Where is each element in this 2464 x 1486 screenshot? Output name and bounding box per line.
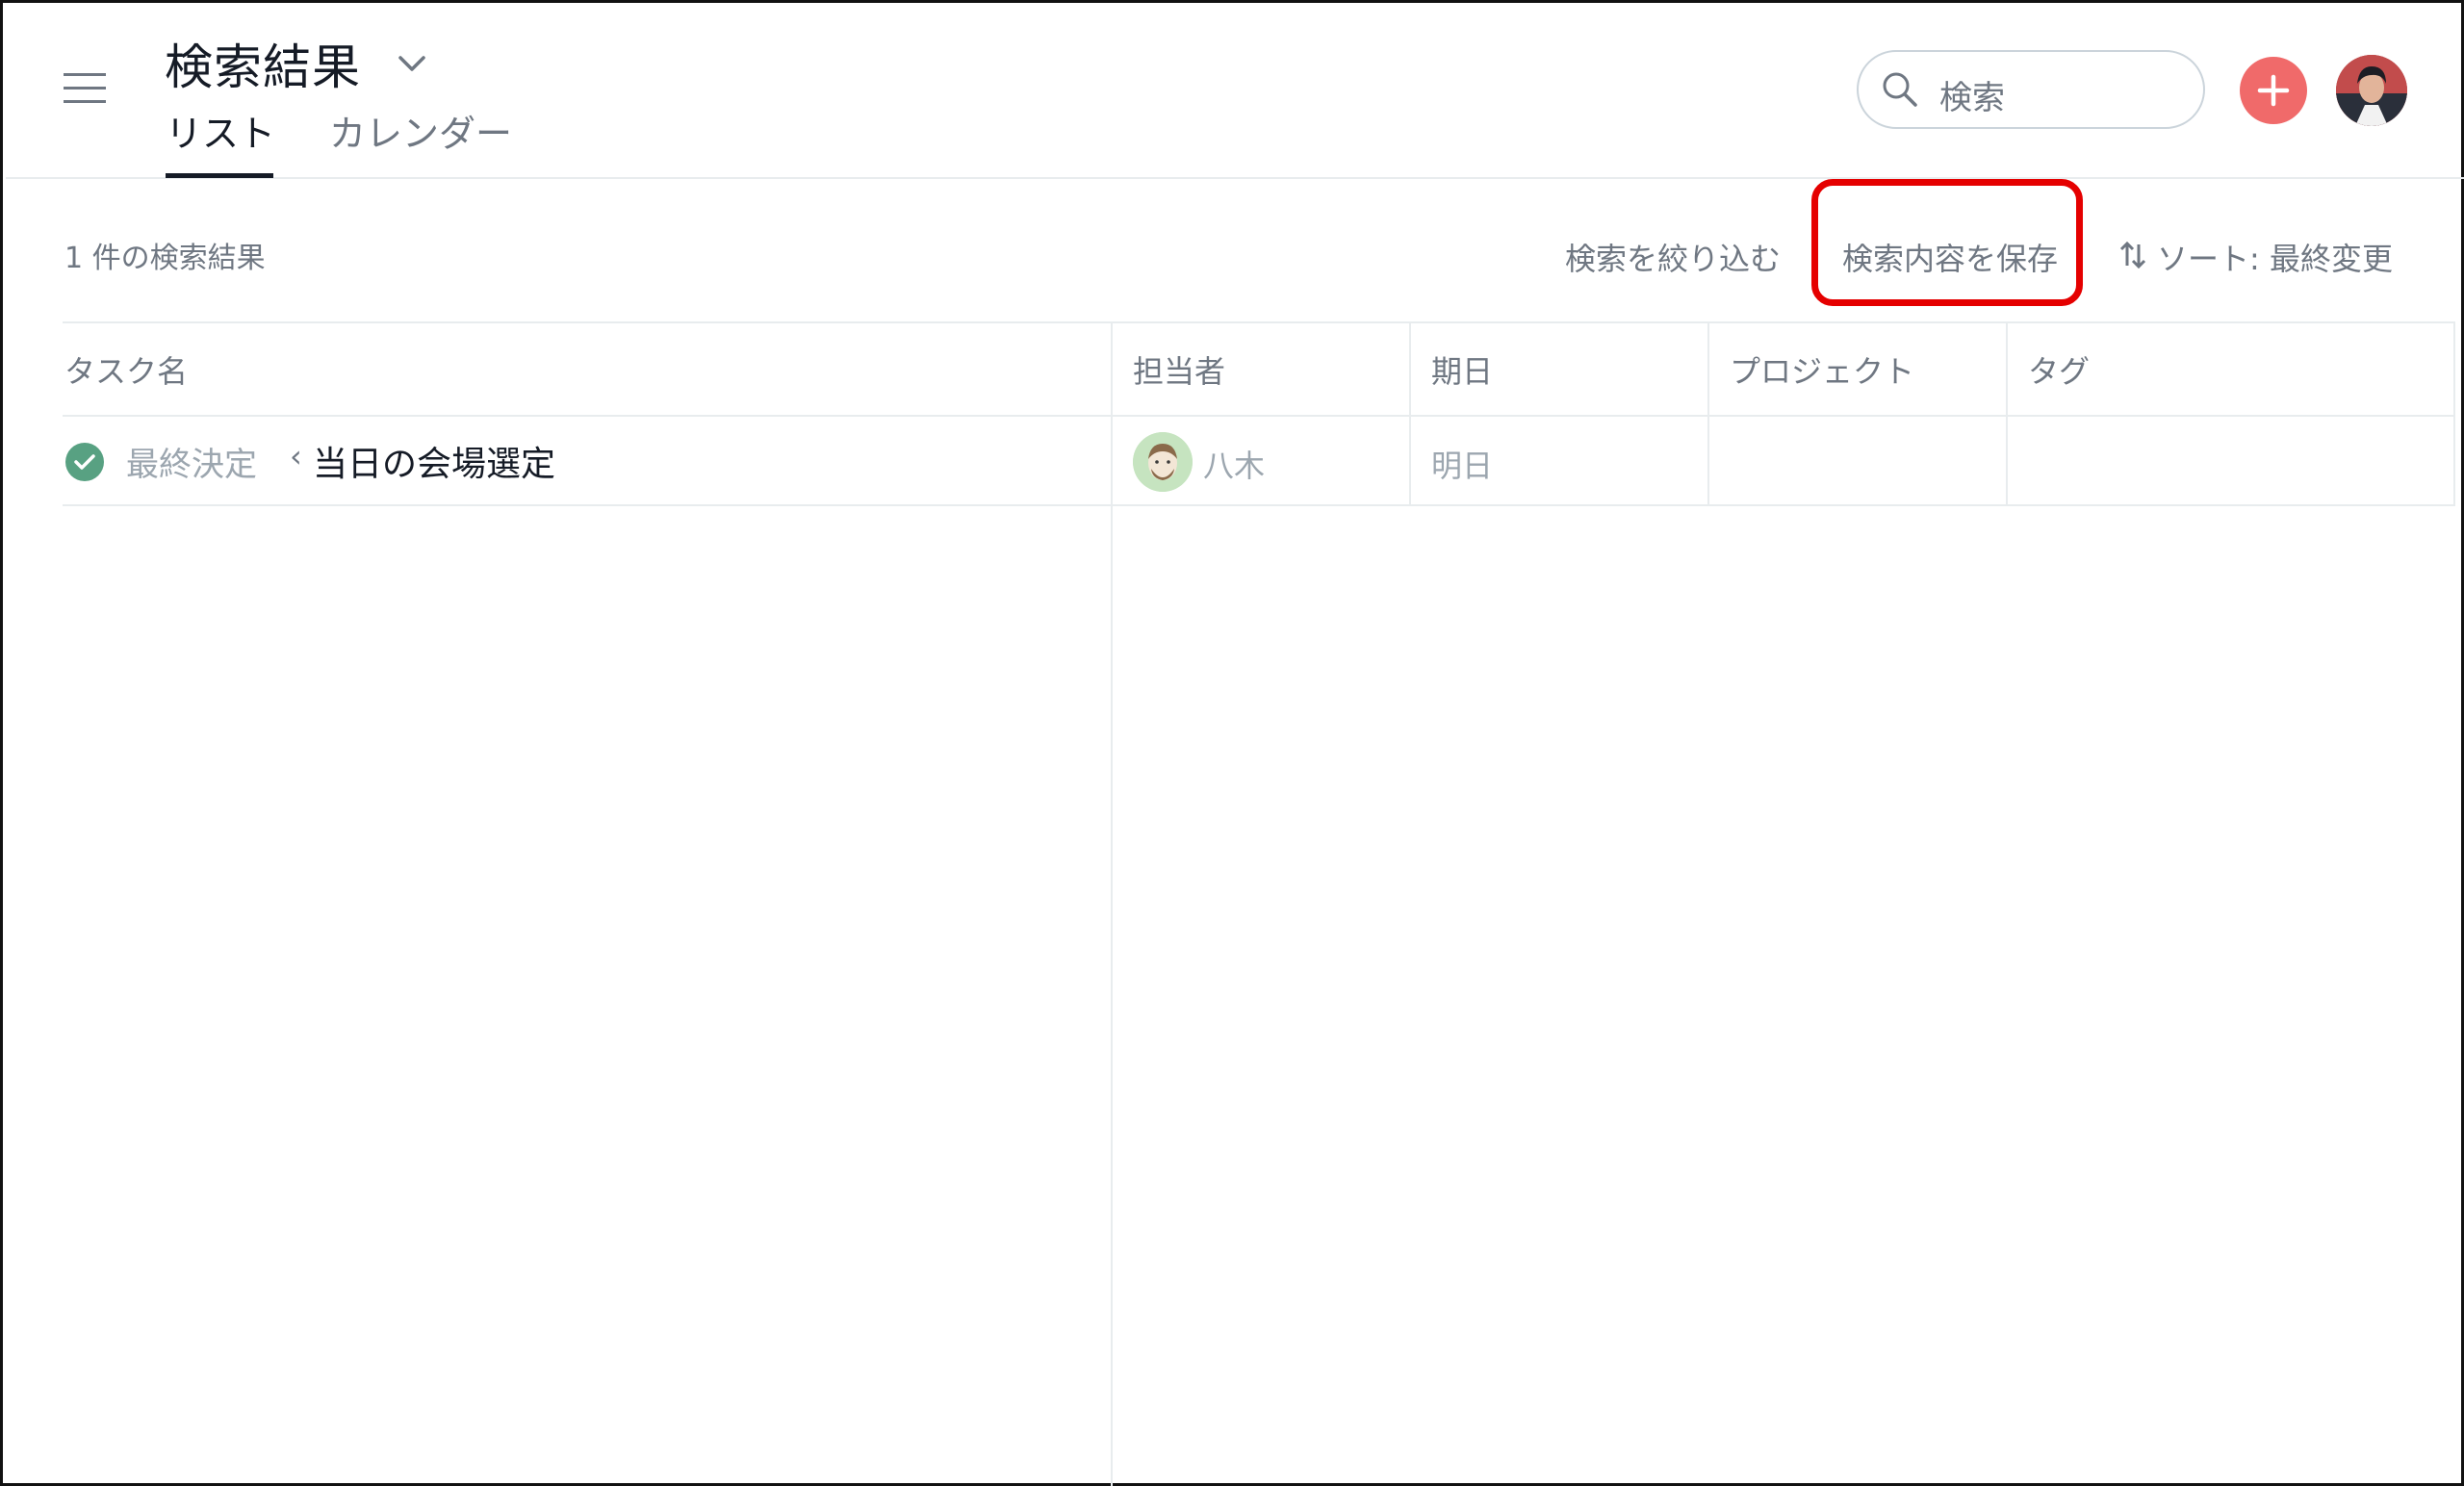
add-button[interactable] (2240, 57, 2307, 124)
table-top-divider (63, 321, 2455, 323)
search-icon (1883, 72, 1917, 107)
hamburger-menu-icon[interactable] (64, 69, 108, 108)
row-divider (63, 504, 2455, 506)
due-date[interactable]: 明日 (1431, 442, 1493, 486)
parent-task-link[interactable]: 最終決定 (126, 438, 257, 485)
column-header-assignee[interactable]: 担当者 (1133, 347, 1225, 392)
column-header-due-date[interactable]: 期日 (1431, 347, 1493, 392)
plus-icon (2257, 74, 2290, 107)
search-placeholder: 検索 (1939, 79, 2005, 117)
assignee-face-icon (1133, 432, 1193, 492)
tab-calendar[interactable]: カレンダー (329, 104, 512, 157)
column-header-tags[interactable]: タグ (2028, 347, 2090, 392)
breadcrumb-separator: ‹ (290, 438, 302, 474)
user-avatar[interactable] (2336, 55, 2407, 126)
column-divider (2453, 321, 2455, 506)
tab-list[interactable]: リスト (166, 104, 275, 157)
refine-search-button[interactable]: 検索を絞り込む (1565, 235, 1781, 279)
task-name[interactable]: 当日の会場選定 (313, 436, 555, 486)
column-divider (1409, 321, 1411, 506)
column-header-task-name[interactable]: タスク名 (64, 347, 188, 392)
column-divider (1707, 321, 1709, 506)
sort-icon[interactable] (2118, 240, 2147, 270)
sort-button[interactable]: ソート: 最終変更 (2157, 235, 2393, 279)
assignee-name[interactable]: 八木 (1203, 442, 1265, 486)
profile-photo-icon (2336, 55, 2407, 126)
assignee-avatar[interactable] (1133, 432, 1193, 492)
highlight-annotation (1811, 179, 2083, 306)
column-divider (2006, 321, 2008, 506)
column-header-project[interactable]: プロジェクト (1730, 347, 1914, 392)
result-count: 1 件の検索結果 (64, 242, 266, 275)
app-window: 検索結果 リスト カレンダー 検索 1 件の検索結果 検索を絞り込む 検索内容を… (0, 0, 2464, 1486)
completed-check-icon[interactable] (64, 442, 105, 482)
chevron-down-icon[interactable] (395, 46, 429, 81)
top-bar: 検索結果 リスト カレンダー 検索 (6, 6, 2464, 179)
column-divider (1111, 321, 1113, 1486)
active-tab-indicator (166, 173, 273, 178)
search-input[interactable]: 検索 (1857, 50, 2205, 129)
header-row-divider (63, 415, 2455, 417)
page-title: 検索結果 (165, 39, 361, 95)
